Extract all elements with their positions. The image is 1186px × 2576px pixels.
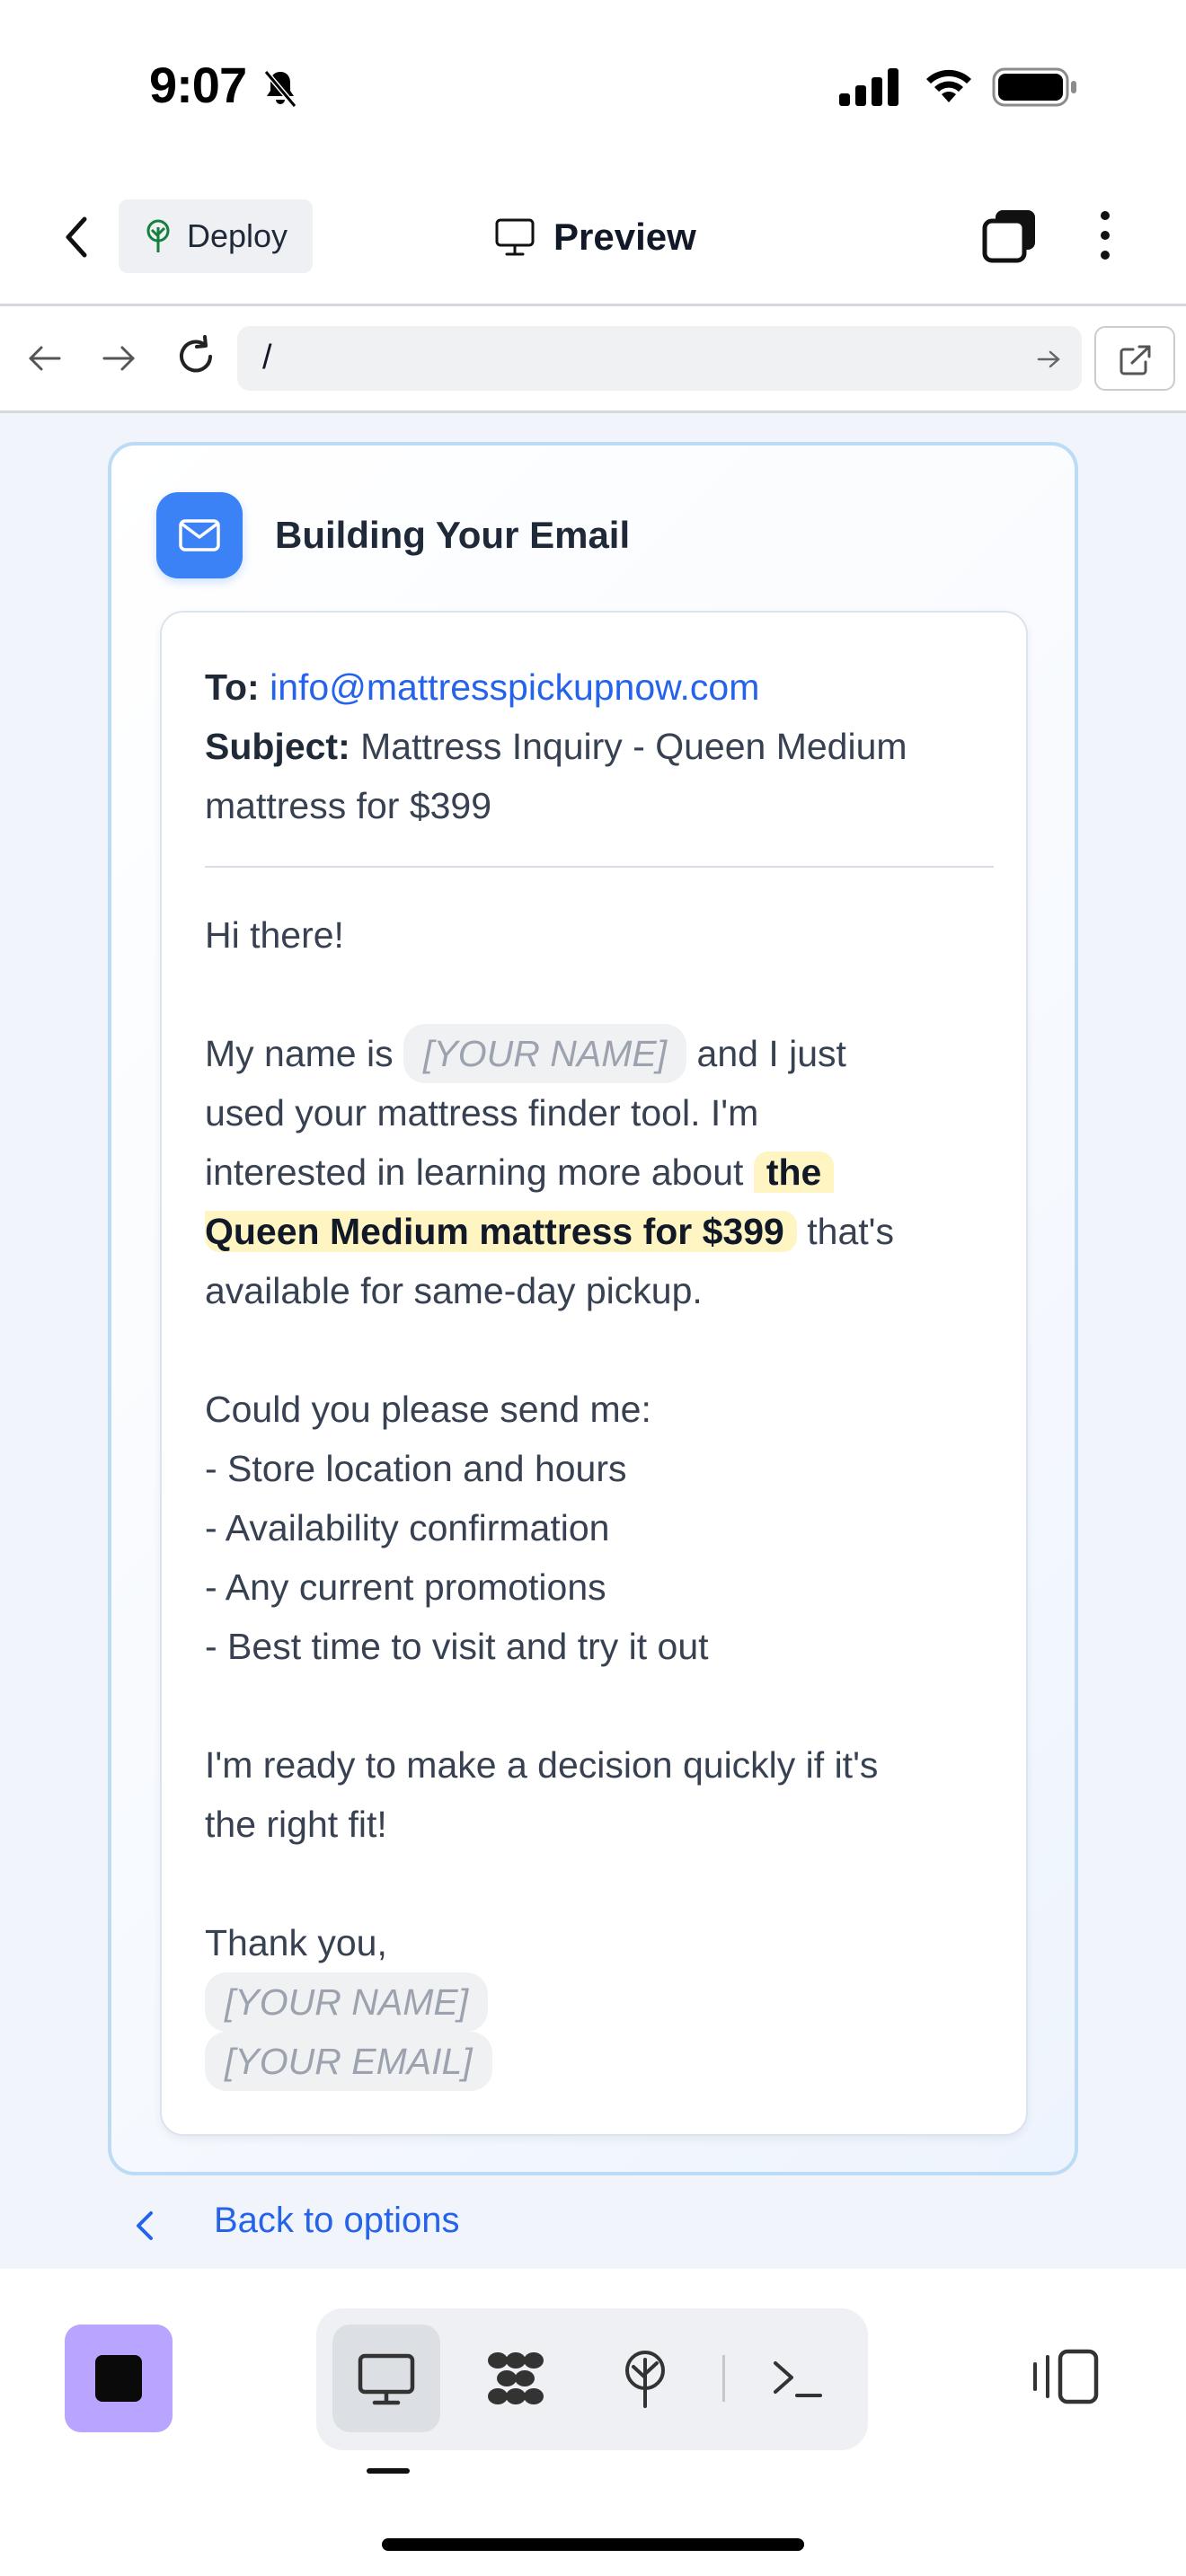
mail-icon-badge (156, 492, 243, 578)
url-input[interactable]: / (237, 326, 1082, 391)
tabs-icon[interactable] (981, 207, 1039, 264)
to-label: To: (205, 666, 260, 708)
side-panel-icon[interactable] (1031, 2348, 1100, 2405)
closing-line-2: the right fit! (205, 1804, 387, 1845)
wifi-icon (926, 69, 971, 102)
body-text: My name is (205, 1033, 394, 1074)
body-line-1: My name is [YOUR NAME] and I just (205, 1024, 996, 1083)
url-text: / (262, 339, 272, 376)
reload-icon[interactable] (173, 333, 219, 380)
request-item: - Store location and hours (205, 1448, 627, 1489)
more-options-icon[interactable] (1087, 207, 1123, 264)
back-chevron-icon[interactable] (56, 210, 99, 264)
terminal-icon (774, 2361, 822, 2397)
body-text: that's (807, 1211, 894, 1252)
battery-icon (992, 67, 1076, 107)
body-line-3: interested in learning more about the (205, 1142, 996, 1202)
to-line: To: info@mattresspickupnow.com (205, 657, 996, 717)
desktop-preview-tab[interactable] (332, 2325, 440, 2432)
back-link-chevron-icon (137, 2211, 153, 2240)
body-line-2: used your mattress finder tool. I'm (205, 1092, 759, 1134)
external-link-icon (1120, 345, 1151, 375)
app-header: Deploy Preview (0, 180, 1186, 305)
home-indicator (382, 2538, 804, 2551)
request-item: - Any current promotions (205, 1566, 606, 1608)
body-line-5: available for same-day pickup. (205, 1270, 703, 1311)
desktop-preview-icon (358, 2353, 415, 2405)
deploy-button[interactable]: Deploy (119, 199, 313, 273)
subject-label: Subject: (205, 726, 350, 767)
deploy-tree-icon (146, 219, 170, 252)
signoff: Thank you, (205, 1922, 387, 1963)
subject-text-2: mattress for $399 (205, 785, 492, 826)
signature-name-placeholder: [YOUR NAME] (205, 1972, 489, 2032)
preview-content: Building Your Email To: info@mattresspic… (0, 413, 1186, 2269)
go-arrow-icon[interactable] (1035, 346, 1062, 373)
terminal-tab[interactable] (744, 2325, 852, 2432)
cellular-signal-icon (839, 68, 898, 106)
body-text: interested in learning more about (205, 1151, 744, 1193)
url-bar: / (0, 306, 1186, 412)
deploy-label: Deploy (187, 217, 288, 254)
mattress-highlight: the (753, 1151, 835, 1193)
bottom-toolbar (0, 2269, 1186, 2576)
apps-tab[interactable] (462, 2325, 570, 2432)
card-title: Building Your Email (275, 514, 631, 556)
bell-muted-icon (263, 70, 297, 108)
monitor-icon (495, 218, 535, 256)
closing-line-1: I'm ready to make a decision quickly if … (205, 1744, 879, 1786)
status-bar: 9:07 (0, 0, 1186, 171)
preview-label: Preview (553, 216, 696, 258)
view-switcher (316, 2308, 868, 2450)
name-placeholder: [YOUR NAME] (403, 1024, 687, 1083)
email-builder-card: Building Your Email To: info@mattresspic… (108, 442, 1078, 2175)
email-preview: To: info@mattresspickupnow.com Subject: … (160, 611, 1028, 2136)
preview-title: Preview (494, 210, 696, 264)
stop-button[interactable] (65, 2325, 173, 2432)
open-external-button[interactable] (1094, 326, 1175, 391)
subject-text-1: Mattress Inquiry - Queen Medium (360, 726, 907, 767)
mattress-highlight: Queen Medium mattress for $399 (205, 1211, 797, 1252)
toolbar-separator (722, 2355, 725, 2402)
to-address[interactable]: info@mattresspickupnow.com (270, 666, 759, 708)
stop-square-icon (95, 2355, 142, 2402)
signature-email-line: [YOUR EMAIL] (205, 2032, 996, 2091)
nav-back-icon[interactable] (25, 339, 65, 378)
body-line-4: Queen Medium mattress for $399 that's (205, 1202, 996, 1261)
active-tab-indicator (367, 2468, 410, 2474)
nav-forward-icon[interactable] (99, 339, 138, 378)
signature-email-placeholder: [YOUR EMAIL] (205, 2032, 492, 2091)
subject-line: Subject: Mattress Inquiry - Queen Medium (205, 717, 996, 776)
apps-grid-icon (488, 2352, 544, 2404)
email-divider (205, 866, 994, 868)
back-to-options-link[interactable]: Back to options (214, 2201, 460, 2241)
request-intro: Could you please send me: (205, 1389, 651, 1430)
status-time: 9:07 (149, 57, 247, 113)
deploy-tab[interactable] (591, 2325, 699, 2432)
greeting: Hi there! (205, 914, 344, 956)
body-text: and I just (696, 1033, 846, 1074)
request-item: - Best time to visit and try it out (205, 1626, 709, 1667)
deploy-tree-icon (625, 2351, 665, 2408)
request-item: - Availability confirmation (205, 1507, 610, 1548)
mail-icon (179, 519, 220, 551)
signature-name-line: [YOUR NAME] (205, 1972, 996, 2032)
